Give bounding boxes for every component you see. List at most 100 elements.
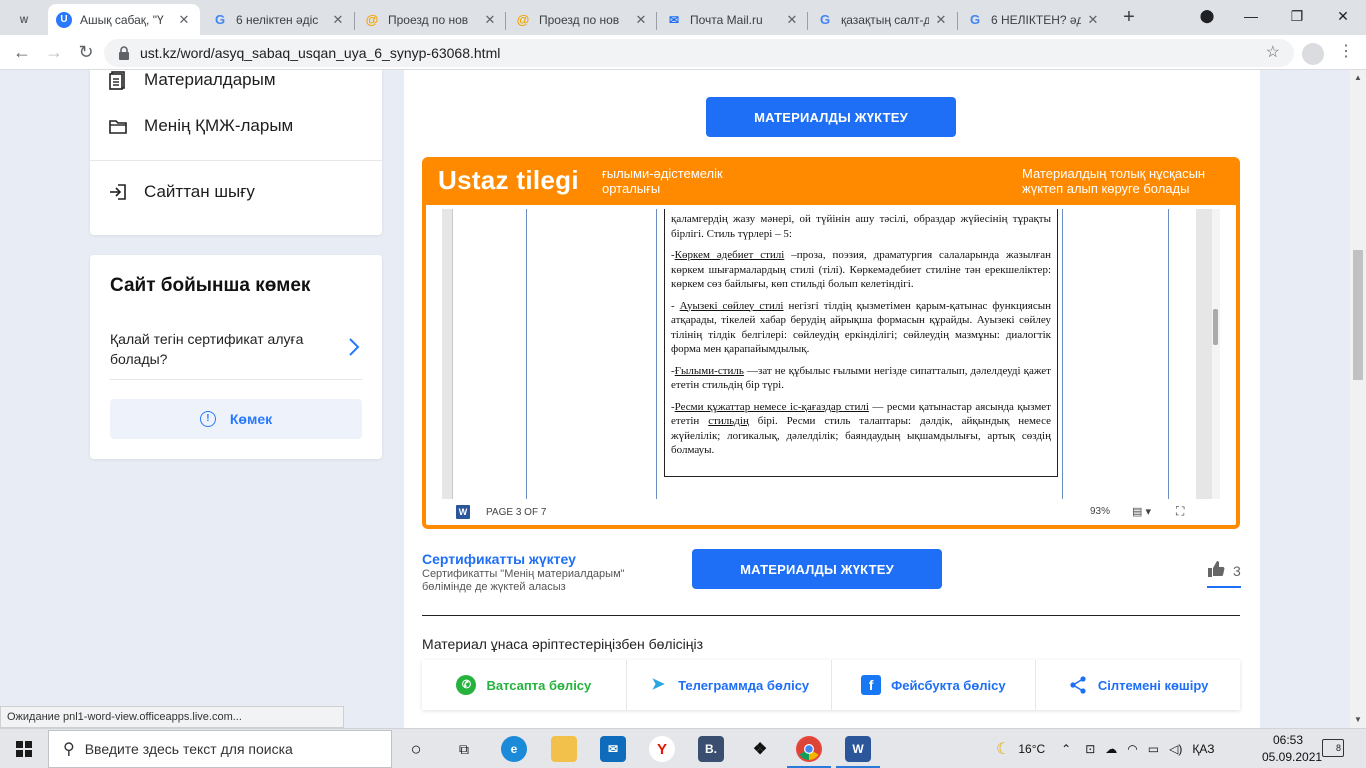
tab-close-icon[interactable]: ✕: [784, 12, 800, 28]
reload-icon[interactable]: ↻: [72, 39, 100, 67]
cortana-icon[interactable]: ○: [403, 736, 429, 762]
browser-tab[interactable]: G қазақтың салт-д ✕: [809, 4, 957, 35]
browser-tab[interactable]: W: [8, 4, 44, 35]
dropbox-icon[interactable]: ❖: [747, 736, 773, 762]
like-button[interactable]: 3: [1207, 560, 1241, 588]
viewer-header: Ustaz tilegi ғылыми-әдістемелік орталығы…: [426, 161, 1236, 205]
tab-separator: [957, 12, 958, 30]
google-icon: G: [969, 12, 981, 27]
address-bar: ← → ↻ ust.kz/word/asyq_sabaq_usqan_uya_6…: [0, 35, 1366, 70]
share-buttons: ✆ Ватсапта бөлісу ➤ Телеграммда бөлісу f…: [422, 660, 1240, 710]
chrome-icon[interactable]: [796, 736, 822, 762]
tab-close-icon[interactable]: ✕: [330, 12, 346, 28]
onedrive-icon[interactable]: ☁: [1105, 742, 1117, 756]
doc-term: Көркем әдебиет стилі: [674, 249, 785, 261]
clock-time: 06:53: [1272, 733, 1304, 747]
help-question-link[interactable]: Қалай тегін сертификат алуға болады?: [110, 329, 310, 369]
sidebar-item-logout[interactable]: Сайттан шығу: [108, 182, 255, 202]
scroll-down-arrow-icon[interactable]: ▼: [1350, 712, 1366, 728]
edge-icon[interactable]: e: [501, 736, 527, 762]
page-margin-line: [656, 209, 657, 499]
view-mode-icon[interactable]: ▤ ▾: [1132, 505, 1151, 518]
taskbar-search-box[interactable]: ⚲ Введите здесь текст для поиска: [48, 730, 392, 768]
windows-taskbar: ⚲ Введите здесь текст для поиска ○ ⧉ e ✉…: [0, 728, 1366, 768]
doc-term: Ресми құжаттар немесе іс-қағаздар стилі: [674, 400, 869, 413]
new-tab-button[interactable]: +: [1117, 6, 1141, 30]
page-scrollbar[interactable]: ▲ ▼: [1350, 70, 1366, 728]
share-link-icon: [1067, 675, 1088, 695]
browser-tab[interactable]: @ Проезд по нов ✕: [507, 4, 657, 35]
document-area[interactable]: қаламгердің жазу мәнері, ой түйінін ашу …: [442, 209, 1220, 499]
browser-tab[interactable]: G 6 неліктен әдіс ✕: [204, 4, 354, 35]
document-text-table: қаламгердің жазу мәнері, ой түйінін ашу …: [664, 209, 1058, 477]
chevron-up-icon[interactable]: ⌃: [1061, 742, 1071, 756]
page-margin-line: [1062, 209, 1063, 499]
share-whatsapp-button[interactable]: ✆ Ватсапта бөлісу: [422, 660, 627, 710]
browser-tab-active[interactable]: U Ашық сабақ, "Ү ✕: [48, 4, 200, 35]
document-scrollbar[interactable]: [1212, 209, 1220, 499]
start-button[interactable]: [0, 729, 48, 768]
share-facebook-button[interactable]: f Фейсбукта бөлісу: [832, 660, 1037, 710]
certificate-note: Сертификатты "Менің материалдарым" бөлім…: [422, 568, 625, 593]
clock[interactable]: 06:53 05.09.2021: [1262, 732, 1323, 766]
fullscreen-icon[interactable]: ⛶: [1176, 504, 1184, 519]
copy-link-button[interactable]: Сілтемені көшіру: [1036, 660, 1240, 710]
notification-count: 8: [1335, 743, 1341, 753]
chevron-right-icon[interactable]: [348, 337, 360, 363]
minimize-button[interactable]: —: [1228, 4, 1274, 30]
facebook-icon: f: [861, 675, 882, 695]
clock-date: 05.09.2021: [1262, 750, 1323, 764]
tab-close-icon[interactable]: ✕: [933, 12, 949, 28]
doc-term: Ғылыми-стиль: [674, 364, 744, 377]
weather-temp[interactable]: 16°C: [1018, 742, 1045, 756]
download-material-button-top[interactable]: МАТЕРИАЛДЫ ЖҮКТЕУ: [706, 97, 956, 137]
share-telegram-button[interactable]: ➤ Телеграммда бөлісу: [627, 660, 832, 710]
browser-tab[interactable]: G 6 НЕЛІКТЕН? әд ✕: [959, 4, 1109, 35]
profile-avatar-icon[interactable]: [1302, 43, 1324, 65]
tab-close-icon[interactable]: ✕: [482, 12, 498, 28]
viewer-status-bar: W PAGE 3 OF 7 93% ▤ ▾ ⛶: [442, 501, 1220, 523]
close-window-button[interactable]: ✕: [1320, 4, 1366, 30]
logout-icon: [108, 182, 128, 202]
tab-close-icon[interactable]: ✕: [633, 12, 649, 28]
keyboard-icon[interactable]: ▭: [1148, 742, 1159, 756]
task-view-icon[interactable]: ⧉: [451, 736, 477, 762]
url-field[interactable]: ust.kz/word/asyq_sabaq_usqan_uya_6_synyp…: [104, 39, 1294, 67]
download-material-button[interactable]: МАТЕРИАЛДЫ ЖҮКТЕУ: [692, 549, 942, 589]
menu-dots-icon[interactable]: ⋮: [1338, 41, 1354, 61]
document-viewer: Ustaz tilegi ғылыми-әдістемелік орталығы…: [422, 157, 1240, 529]
file-explorer-icon[interactable]: [551, 736, 577, 762]
volume-icon[interactable]: ◁): [1169, 742, 1182, 756]
sidebar-item-kmzh[interactable]: Менің ҚМЖ-ларым: [108, 116, 293, 136]
tab-search-icon[interactable]: ⬤: [1184, 4, 1230, 30]
search-icon: ⚲: [63, 741, 75, 758]
viewer-note: Материалдың толық нұсқасын жүктеп алып к…: [1022, 166, 1206, 196]
zoom-level[interactable]: 93%: [1090, 506, 1110, 517]
certificate-download-link[interactable]: Сертификатты жүктеу: [422, 551, 576, 567]
browser-tab[interactable]: ✉ Почта Mail.ru ✕: [658, 4, 808, 35]
brand-subtitle: ғылыми-әдістемелік орталығы: [602, 166, 723, 196]
tab-close-icon[interactable]: ✕: [176, 12, 192, 28]
sidebar-item-materials[interactable]: Материалдарым: [108, 70, 276, 90]
meet-now-icon[interactable]: ⊡: [1085, 742, 1095, 756]
tab-favicon-icon: U: [56, 11, 72, 28]
tab-close-icon[interactable]: ✕: [1085, 12, 1101, 28]
b-app-icon[interactable]: B.: [698, 736, 724, 762]
yandex-icon[interactable]: Y: [649, 736, 675, 762]
page-scroll-thumb[interactable]: [1353, 250, 1363, 380]
bookmark-star-icon[interactable]: ☆: [1266, 42, 1280, 62]
notifications-icon[interactable]: 8: [1322, 739, 1344, 757]
mail-icon[interactable]: ✉: [600, 736, 626, 762]
browser-tab[interactable]: @ Проезд по нов ✕: [356, 4, 506, 35]
language-indicator[interactable]: ҚАЗ: [1192, 742, 1214, 756]
back-arrow-icon[interactable]: ←: [8, 39, 36, 67]
maximize-button[interactable]: ❐: [1274, 4, 1320, 30]
wifi-icon[interactable]: ◠: [1127, 742, 1137, 756]
share-label: Ватсапта бөлісу: [486, 677, 592, 693]
weather-moon-icon[interactable]: ☾: [996, 739, 1010, 759]
help-button[interactable]: ! Көмек: [110, 399, 362, 439]
scroll-up-arrow-icon[interactable]: ▲: [1350, 70, 1366, 86]
word-taskbar-icon[interactable]: W: [845, 736, 871, 762]
forward-arrow-icon[interactable]: →: [40, 39, 68, 67]
document-scroll-thumb[interactable]: [1213, 309, 1218, 345]
